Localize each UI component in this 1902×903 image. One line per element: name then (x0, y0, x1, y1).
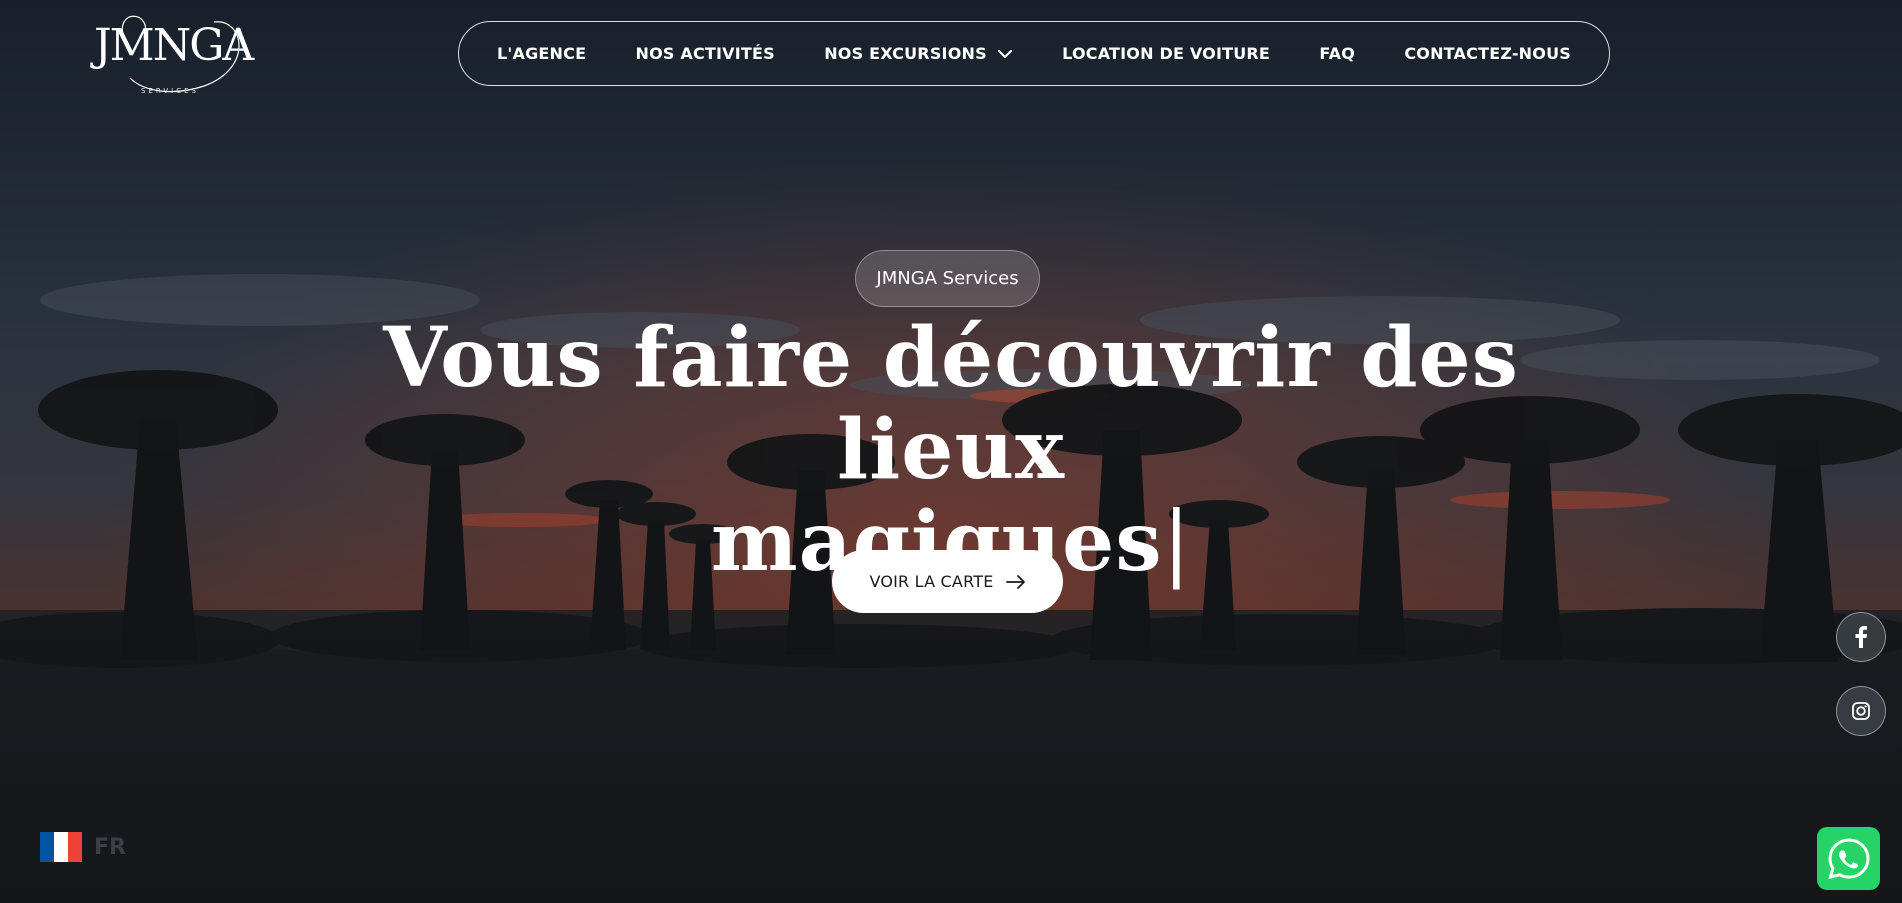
logo-subtitle: SERVICES (141, 87, 199, 95)
hero-headline: Vous faire découvrir des lieux magiques| (300, 312, 1602, 589)
france-flag-icon (40, 832, 82, 862)
language-code: FR (94, 834, 126, 860)
nav-item-label: NOS EXCURSIONS (824, 44, 987, 63)
nav-item-activites[interactable]: NOS ACTIVITÉS (636, 44, 775, 63)
typing-caret: | (1162, 495, 1192, 590)
instagram-icon (1852, 702, 1870, 720)
hero-badge: JMNGA Services (855, 250, 1040, 307)
voir-la-carte-button[interactable]: VOIR LA CARTE (832, 550, 1063, 613)
nav-item-label: CONTACTEZ-NOUS (1404, 44, 1571, 63)
chevron-down-icon (997, 49, 1012, 58)
whatsapp-icon (1827, 837, 1870, 879)
nav-item-agence[interactable]: L'AGENCE (497, 44, 586, 63)
nav-item-label: LOCATION DE VOITURE (1062, 44, 1271, 63)
facebook-icon (1855, 626, 1867, 648)
nav-item-location-voiture[interactable]: LOCATION DE VOITURE (1062, 44, 1270, 63)
logo-text: JMNGA (94, 20, 254, 71)
arrow-right-icon (1005, 574, 1025, 589)
whatsapp-button[interactable] (1817, 827, 1880, 890)
language-switcher[interactable]: FR (40, 830, 126, 864)
cta-label: VOIR LA CARTE (869, 572, 994, 591)
instagram-button[interactable] (1836, 686, 1886, 736)
nav-item-contact[interactable]: CONTACTEZ-NOUS (1404, 44, 1571, 63)
nav-item-excursions[interactable]: NOS EXCURSIONS (824, 44, 1013, 63)
headline-line-1: Vous faire découvrir des lieux (383, 310, 1519, 498)
nav-item-label: FAQ (1319, 44, 1356, 63)
brand-logo[interactable]: JMNGA SERVICES (94, 8, 254, 100)
main-nav: L'AGENCE NOS ACTIVITÉS NOS EXCURSIONS LO… (458, 21, 1610, 86)
facebook-button[interactable] (1836, 612, 1886, 662)
nav-item-label: NOS ACTIVITÉS (635, 44, 775, 63)
nav-item-faq[interactable]: FAQ (1319, 44, 1355, 63)
nav-item-label: L'AGENCE (497, 44, 587, 63)
